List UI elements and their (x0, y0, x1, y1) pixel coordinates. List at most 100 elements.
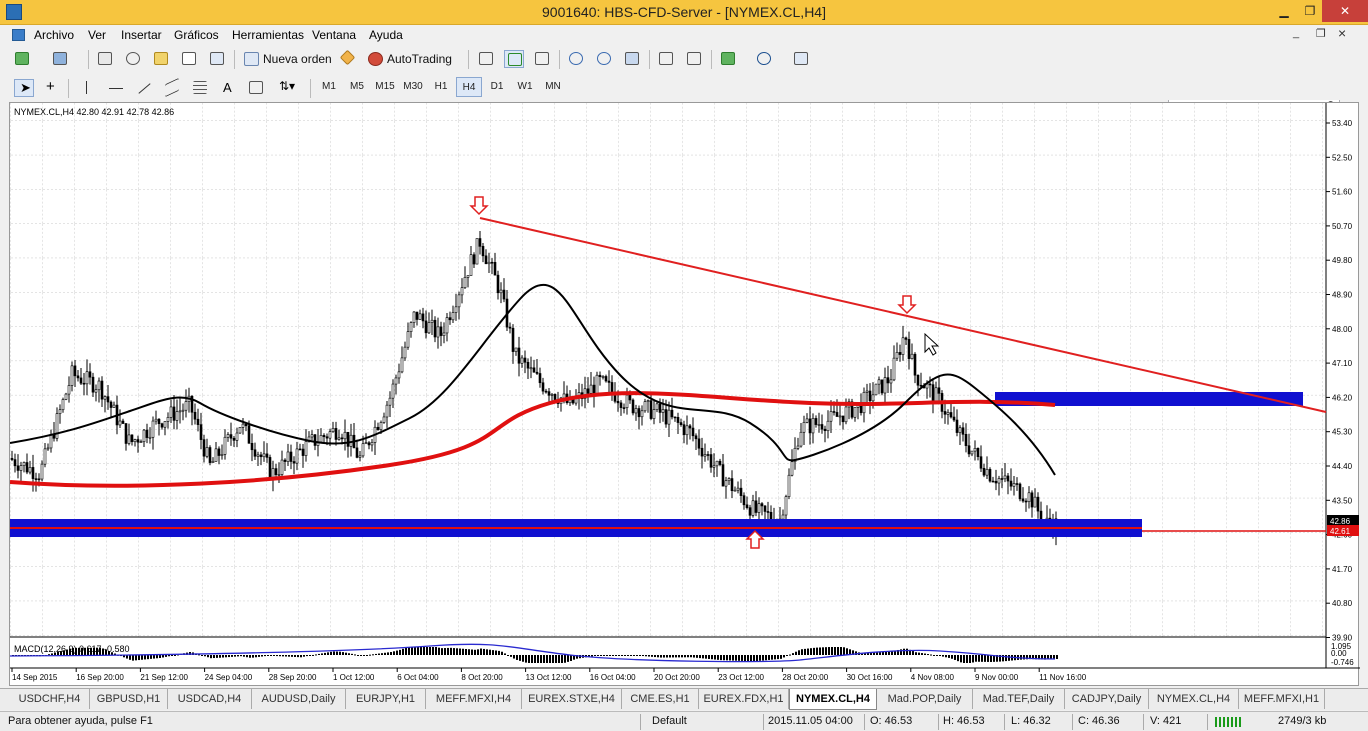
crosshair-icon[interactable]: + (42, 78, 62, 97)
title-bar: 9001640: HBS-CFD-Server - [NYMEX.CL,H4] … (0, 0, 1368, 25)
macd-bar (432, 647, 434, 655)
menu-graficos[interactable]: Gráficos (174, 28, 219, 42)
profiles-icon[interactable] (50, 50, 70, 68)
channel-icon[interactable] (162, 77, 182, 98)
timeframe-h1[interactable]: H1 (428, 77, 454, 97)
chart-tab[interactable]: USDCAD,H4 (168, 689, 252, 709)
candle-body (619, 402, 623, 408)
menu-herramientas[interactable]: Herramientas (232, 28, 304, 42)
chart-tab[interactable]: CADJPY,Daily (1065, 689, 1149, 709)
chart-shift-icon[interactable] (656, 50, 676, 68)
chart-tab[interactable]: USDCHF,H4 (10, 689, 90, 709)
market-watch-icon[interactable] (95, 50, 115, 68)
auto-scroll-icon[interactable] (684, 50, 704, 68)
profile-name[interactable]: Default (652, 715, 687, 727)
price-chart[interactable]: 53.40 52.50 51.60 50.70 49.80 48.90 48.00 47.10… (9, 103, 1360, 687)
macd-bar (270, 655, 272, 656)
vertical-line-icon[interactable] (78, 79, 98, 97)
menu-archivo[interactable]: Archivo (34, 28, 74, 42)
candle-body (721, 464, 725, 487)
new-chart-icon[interactable] (12, 50, 32, 68)
candle-body (823, 428, 827, 432)
macd-bar (321, 653, 323, 655)
menu-ver[interactable]: Ver (88, 28, 106, 42)
text-tool-icon[interactable]: A (218, 79, 238, 97)
connection-status-icon[interactable] (1215, 717, 1241, 727)
autotrading-button[interactable]: AutoTrading (364, 49, 457, 69)
chart-tab[interactable]: NYMEX.CL,H4 (1149, 689, 1239, 709)
line-chart-icon[interactable] (532, 50, 552, 68)
chart-tab[interactable]: Mad.POP,Daily (877, 689, 973, 709)
zoom-out-icon[interactable] (594, 50, 614, 68)
mdi-restore-button[interactable]: ❐ (1316, 27, 1326, 40)
timeframe-m5[interactable]: M5 (344, 77, 370, 97)
candle-body (937, 387, 941, 394)
periods-icon[interactable] (754, 50, 774, 68)
timeframe-h4[interactable]: H4 (456, 77, 482, 97)
new-order-button[interactable]: Nueva orden (240, 49, 337, 69)
macd-bar (48, 654, 50, 656)
templates-icon[interactable] (791, 50, 811, 68)
meta-editor-icon[interactable] (339, 49, 359, 68)
timeframe-m15[interactable]: M15 (372, 77, 398, 97)
macd-bar (534, 655, 536, 663)
menu-ventana[interactable]: Ventana (312, 28, 356, 42)
macd-bar (660, 655, 662, 658)
macd-bar (468, 649, 470, 655)
mdi-close-button[interactable]: × (1338, 25, 1346, 41)
timeframe-w1[interactable]: W1 (512, 77, 538, 97)
timeframe-mn[interactable]: MN (540, 77, 566, 97)
chart-window[interactable]: 53.40 52.50 51.60 50.70 49.80 48.90 48.00 47.10… (9, 102, 1360, 687)
candle-body (661, 409, 665, 413)
text-label-icon[interactable] (246, 79, 266, 97)
mdi-minimize-button[interactable]: _ (1293, 27, 1299, 39)
zoom-in-icon[interactable] (566, 50, 586, 68)
chart-tab[interactable]: NYMEX.CL,H4 (789, 689, 877, 710)
chart-tab[interactable]: EURJPY,H1 (346, 689, 426, 709)
minimize-button[interactable]: ▁ (1272, 0, 1296, 22)
macd-bar (750, 655, 752, 662)
cursor-icon[interactable]: ➤ (14, 79, 34, 97)
candle-body (64, 393, 68, 400)
time-tick-label: 13 Oct 12:00 (526, 673, 572, 682)
chart-tab[interactable]: CME.ES,H1 (622, 689, 699, 709)
navigator-icon[interactable] (151, 50, 171, 68)
menu-insertar[interactable]: Insertar (121, 28, 162, 42)
strategy-tester-icon[interactable] (207, 50, 227, 68)
candle-body (205, 447, 209, 457)
candle-body (853, 407, 857, 418)
candle-body (430, 319, 434, 323)
bar-chart-icon[interactable] (476, 50, 496, 68)
timeframe-d1[interactable]: D1 (484, 77, 510, 97)
candle-body (706, 454, 710, 456)
macd-bar (381, 653, 383, 655)
candle-body (148, 436, 152, 439)
terminal-icon[interactable] (179, 50, 199, 68)
candle-body (91, 376, 95, 393)
candle-body (199, 424, 203, 440)
trendline-icon[interactable] (134, 79, 154, 97)
fibonacci-icon[interactable] (190, 79, 210, 97)
indicators-icon[interactable] (718, 50, 738, 68)
chart-tab[interactable]: MEFF.MFXI,H4 (426, 689, 522, 709)
candle-body (508, 326, 512, 329)
chart-tab[interactable]: AUDUSD,Daily (252, 689, 346, 709)
restore-button[interactable]: ❐ (1298, 0, 1322, 22)
chart-tab[interactable]: Mad.TEF,Daily (973, 689, 1065, 709)
candle-body (919, 384, 923, 387)
chart-tab[interactable]: EUREX.FDX,H1 (699, 689, 789, 709)
timeframe-m1[interactable]: M1 (316, 77, 342, 97)
data-window-icon[interactable] (123, 50, 143, 68)
timeframe-m30[interactable]: M30 (400, 77, 426, 97)
candlestick-chart-icon[interactable] (504, 50, 524, 68)
tile-windows-icon[interactable] (622, 50, 642, 68)
candle-body (787, 474, 791, 497)
menu-ayuda[interactable]: Ayuda (369, 28, 403, 42)
chart-tab[interactable]: GBPUSD,H1 (90, 689, 168, 709)
arrows-icon[interactable]: ⇅▾ (276, 79, 296, 97)
chart-tab[interactable]: MEFF.MFXI,H1 (1239, 689, 1325, 709)
macd-bar (951, 655, 953, 659)
chart-tab[interactable]: EUREX.STXE,H4 (522, 689, 622, 709)
horizontal-line-icon[interactable] (106, 79, 126, 97)
close-button[interactable]: ✕ (1322, 0, 1368, 22)
